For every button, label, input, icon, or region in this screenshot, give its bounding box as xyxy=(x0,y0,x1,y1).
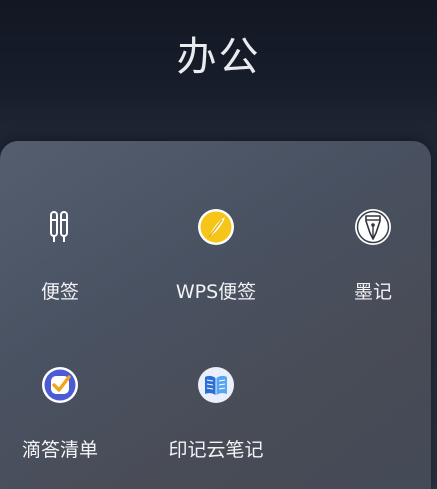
app-yinji-cloud-notes[interactable]: 印记云笔记 xyxy=(156,365,276,462)
checklist-icon xyxy=(40,365,80,405)
notes-pens-icon xyxy=(40,207,80,247)
app-label: 滴答清单 xyxy=(21,439,98,461)
wps-notes-icon xyxy=(196,207,236,247)
app-label: WPS便签 xyxy=(175,281,257,303)
app-label: 印记云笔记 xyxy=(168,439,264,461)
open-book-icon xyxy=(196,365,236,405)
app-label: 便签 xyxy=(40,281,79,303)
folder-title: 办公 xyxy=(176,34,261,80)
app-ticktick[interactable]: 滴答清单 xyxy=(0,365,120,462)
app-moji[interactable]: 墨记 xyxy=(313,207,433,304)
app-notes[interactable]: 便签 xyxy=(0,207,120,304)
fountain-pen-icon xyxy=(353,207,393,247)
app-label: 墨记 xyxy=(353,281,392,303)
app-folder-panel: 便签 WPS便签 墨记 滴答清单 印记云笔记 xyxy=(0,141,431,489)
app-wps-notes[interactable]: WPS便签 xyxy=(156,207,276,304)
